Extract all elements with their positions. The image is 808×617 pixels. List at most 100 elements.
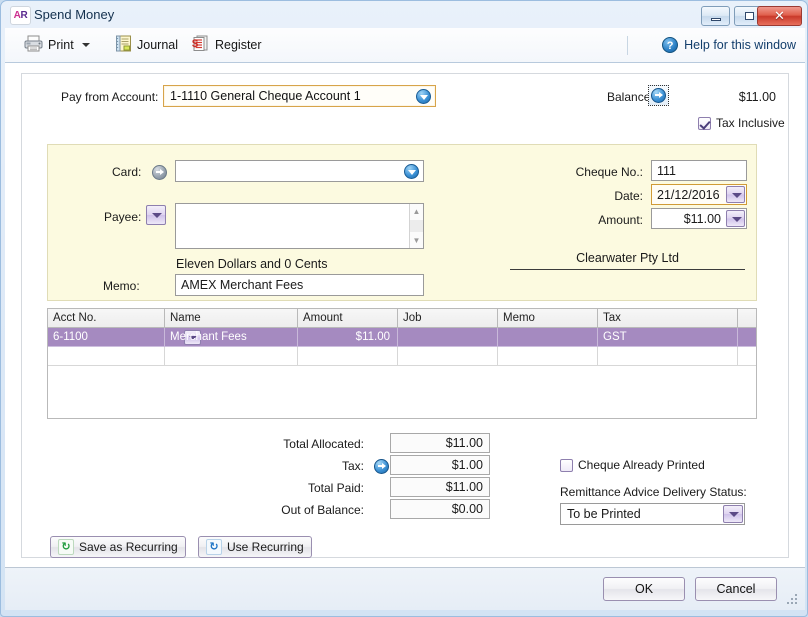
register-icon: $ (191, 35, 210, 55)
grid-header-row: Acct No. Name Amount Job Memo Tax (48, 309, 756, 328)
tax-inclusive-label: Tax Inclusive (716, 116, 785, 130)
total-paid-label: Total Paid: (307, 481, 364, 495)
cell-amount[interactable] (298, 347, 398, 366)
cell-job[interactable] (398, 347, 498, 366)
cheque-already-printed-check-icon (560, 458, 573, 472)
help-label: Help for this window (684, 38, 796, 52)
scroll-up-icon[interactable]: ▲ (410, 205, 423, 218)
date-field[interactable]: 21/12/2016 (651, 184, 747, 205)
amount-field[interactable]: $11.00 (651, 208, 747, 229)
cell-extra[interactable] (738, 328, 756, 347)
cheque-no-field[interactable]: 111 (651, 160, 747, 181)
column-header-name[interactable]: Name (165, 309, 298, 327)
column-header-extra[interactable] (738, 309, 756, 327)
card-dropdown-icon[interactable] (404, 164, 419, 179)
date-picker-icon[interactable] (726, 186, 745, 203)
payee-dropdown-button[interactable] (146, 205, 166, 225)
print-label: Print (48, 38, 74, 52)
payee-scrollbar[interactable]: ▲ ▼ (409, 204, 423, 248)
scroll-down-icon[interactable]: ▼ (410, 234, 423, 247)
cheque-already-printed-checkbox[interactable]: Cheque Already Printed (560, 458, 705, 472)
close-button[interactable]: ✕ (757, 6, 802, 26)
column-header-acct-no[interactable]: Acct No. (48, 309, 165, 327)
amount-calculator-icon[interactable] (726, 210, 745, 227)
save-as-recurring-button[interactable]: ↻ Save as Recurring (50, 536, 186, 558)
cell-acct-no[interactable] (48, 347, 165, 366)
pay-from-account-label: Pay from Account: (61, 90, 159, 104)
cell-amount[interactable]: $11.00 (298, 328, 398, 347)
out-of-balance-label: Out of Balance: (281, 503, 364, 517)
amount-in-words: Eleven Dollars and 0 Cents (176, 257, 328, 271)
title-bar: AR Spend Money ✕ (1, 1, 808, 28)
cancel-button[interactable]: Cancel (695, 577, 777, 601)
out-of-balance-value: $0.00 (451, 502, 483, 516)
amount-label: Amount: (598, 213, 643, 227)
help-link[interactable]: ? Help for this window (662, 34, 796, 56)
cell-acct-no[interactable]: 6-1100 (48, 328, 165, 347)
card-field[interactable] (175, 160, 424, 182)
cell-tax[interactable] (598, 347, 738, 366)
register-button[interactable]: $ Register (185, 32, 268, 58)
print-button[interactable]: Print (18, 32, 96, 58)
table-row[interactable]: 6-1100 Merchant Fees $11.00 GST (48, 328, 756, 347)
journal-button[interactable]: Journal (109, 32, 184, 58)
save-recurring-icon: ↻ (58, 539, 74, 555)
pay-from-account-value: 1-1110 General Cheque Account 1 (170, 89, 361, 103)
tax-inclusive-checkbox[interactable]: Tax Inclusive (698, 116, 785, 130)
column-header-amount[interactable]: Amount (298, 309, 398, 327)
journal-label: Journal (137, 38, 178, 52)
cell-memo[interactable] (498, 347, 598, 366)
cell-name[interactable]: Merchant Fees (165, 328, 298, 347)
remittance-status-select[interactable]: To be Printed (560, 503, 745, 525)
content-area: Pay from Account: 1-1110 General Cheque … (5, 63, 805, 568)
table-row[interactable] (48, 347, 756, 366)
spend-money-window: AR Spend Money ✕ Print Journal $ Registe… (0, 0, 808, 617)
cell-job[interactable] (398, 328, 498, 347)
card-drilldown-icon[interactable] (152, 165, 167, 180)
dialog-footer: OK Cancel (5, 568, 805, 610)
balance-label: Balance: (607, 90, 654, 104)
minimize-button[interactable] (701, 6, 730, 26)
remittance-status-value: To be Printed (567, 507, 641, 521)
resize-grip[interactable] (787, 594, 799, 606)
cheque-panel: Card: Payee: ▲ ▼ Eleven Dollars and 0 Ce… (47, 144, 757, 301)
column-header-tax[interactable]: Tax (598, 309, 738, 327)
toolbar: Print Journal $ Register ? Help for this… (5, 28, 805, 63)
journal-icon (115, 35, 132, 55)
form-panel: Pay from Account: 1-1110 General Cheque … (21, 73, 789, 558)
cheque-already-printed-label: Cheque Already Printed (578, 458, 705, 472)
chevron-down-icon[interactable] (723, 505, 743, 523)
pay-from-account-dropdown-icon[interactable] (416, 89, 431, 104)
app-icon-letter-r: R (20, 10, 28, 21)
ok-button[interactable]: OK (603, 577, 685, 601)
card-label: Card: (112, 165, 142, 179)
balance-drilldown-button[interactable] (648, 85, 669, 106)
cell-memo[interactable] (498, 328, 598, 347)
printer-icon (24, 35, 43, 55)
cell-tax[interactable]: GST (598, 328, 738, 347)
cell-name[interactable] (165, 347, 298, 366)
total-allocated-field: $11.00 (390, 433, 490, 453)
tax-inclusive-check-icon (698, 116, 711, 130)
scrollbar-trough[interactable] (410, 220, 423, 232)
close-icon: ✕ (774, 8, 785, 23)
tax-drilldown-icon[interactable] (374, 459, 389, 474)
maximize-icon (745, 12, 754, 20)
register-label: Register (215, 38, 262, 52)
column-header-memo[interactable]: Memo (498, 309, 598, 327)
use-recurring-button[interactable]: ↻ Use Recurring (198, 536, 312, 558)
chevron-down-icon (81, 43, 90, 47)
memo-field[interactable]: AMEX Merchant Fees (175, 274, 424, 296)
app-icon-letter-a: A (13, 10, 21, 21)
use-recurring-icon: ↻ (206, 539, 222, 555)
tax-total-label: Tax: (341, 459, 364, 473)
cell-extra[interactable] (738, 347, 756, 366)
payee-label: Payee: (104, 210, 142, 224)
memo-value: AMEX Merchant Fees (181, 278, 304, 292)
amount-value: $11.00 (683, 212, 721, 226)
arrow-right-icon (651, 88, 666, 103)
payee-field[interactable]: ▲ ▼ (175, 203, 424, 249)
pay-from-account-field[interactable]: 1-1110 General Cheque Account 1 (163, 85, 436, 107)
toolbar-divider (627, 36, 628, 55)
column-header-job[interactable]: Job (398, 309, 498, 327)
